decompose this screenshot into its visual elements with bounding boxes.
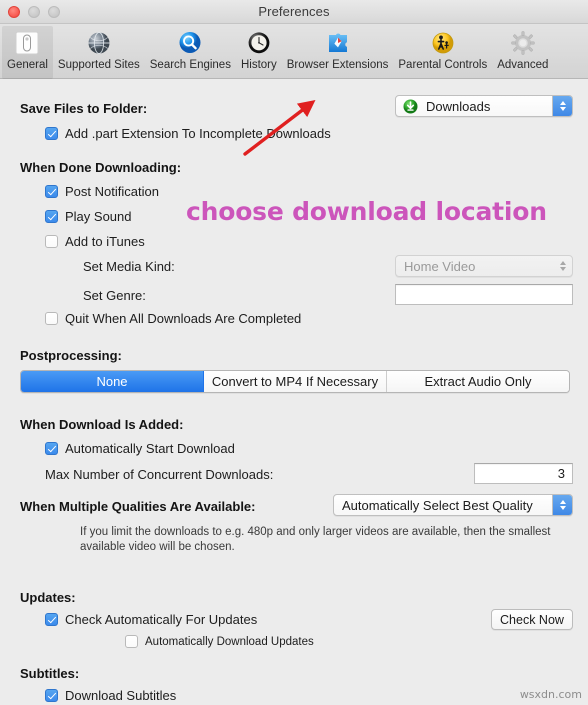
section-title-save-files: Save Files to Folder: (20, 101, 148, 116)
label-max-concurrent: Max Number of Concurrent Downloads: (45, 467, 274, 482)
gear-icon (508, 28, 538, 58)
toolbar-label-history: History (240, 59, 277, 71)
checkbox-row-add-to-itunes[interactable]: Add to iTunes (45, 234, 145, 249)
toolbar-item-general[interactable]: General (2, 26, 53, 79)
save-folder-value: Downloads (426, 98, 491, 114)
window-title: Preferences (258, 4, 330, 19)
toolbar-label-supported-sites: Supported Sites (57, 59, 140, 71)
section-title-subtitles: Subtitles: (20, 666, 80, 681)
checkbox-row-auto-start[interactable]: Automatically Start Download (45, 441, 235, 456)
set-media-kind-value: Home Video (404, 258, 476, 274)
label-check-automatically: Check Automatically For Updates (65, 612, 258, 627)
label-set-genre: Set Genre: (83, 288, 146, 303)
checkbox-row-play-sound[interactable]: Play Sound (45, 209, 132, 224)
toolbar-item-browser-extensions[interactable]: Browser Extensions (282, 26, 394, 79)
label-auto-download-updates: Automatically Download Updates (145, 635, 314, 648)
checkbox-row-post-notification[interactable]: Post Notification (45, 184, 159, 199)
max-concurrent-input[interactable]: 3 (474, 463, 573, 484)
segment-extract-audio[interactable]: Extract Audio Only (387, 371, 569, 392)
checkbox-auto-start-download[interactable] (45, 442, 58, 455)
checkbox-post-notification[interactable] (45, 185, 58, 198)
checkbox-row-part-extension[interactable]: Add .part Extension To Incomplete Downlo… (45, 126, 331, 141)
checkbox-add-to-itunes[interactable] (45, 235, 58, 248)
traffic-light-group (8, 6, 60, 18)
checkbox-row-check-auto[interactable]: Check Automatically For Updates (45, 612, 257, 627)
postprocessing-segmented-control[interactable]: None Convert to MP4 If Necessary Extract… (20, 370, 570, 393)
label-add-to-itunes: Add to iTunes (65, 234, 145, 249)
toolbar-label-general: General (7, 59, 48, 71)
checkbox-part-extension[interactable] (45, 127, 58, 140)
clock-icon (244, 28, 274, 58)
quality-value: Automatically Select Best Quality (342, 497, 533, 513)
section-title-when-done: When Done Downloading: (20, 160, 182, 175)
label-post-notification: Post Notification (65, 184, 159, 199)
save-folder-popup[interactable]: Downloads (395, 95, 573, 117)
label-auto-start-download: Automatically Start Download (65, 441, 235, 456)
checkbox-row-download-subtitles[interactable]: Download Subtitles (45, 688, 176, 703)
checkbox-quit-when-done[interactable] (45, 312, 58, 325)
maximize-button[interactable] (48, 6, 60, 18)
toolbar-item-search-engines[interactable]: Search Engines (145, 26, 236, 79)
set-media-kind-popup[interactable]: Home Video (395, 255, 573, 277)
general-switch-icon (12, 28, 42, 58)
label-play-sound: Play Sound (65, 209, 132, 224)
quality-hint-line1: If you limit the downloads to e.g. 480p … (80, 526, 551, 538)
set-media-kind-stepper-arrows[interactable] (553, 256, 572, 276)
puzzle-compass-icon (323, 28, 353, 58)
checkbox-auto-download-updates[interactable] (125, 635, 138, 648)
toolbar-item-supported-sites[interactable]: Supported Sites (53, 26, 145, 79)
checkbox-row-quit-when-done[interactable]: Quit When All Downloads Are Completed (45, 311, 301, 326)
label-download-subtitles: Download Subtitles (65, 688, 177, 703)
quality-hint-line2: available video will be chosen. (80, 541, 235, 553)
checkbox-play-sound[interactable] (45, 210, 58, 223)
label-set-media-kind: Set Media Kind: (83, 259, 175, 274)
globe-icon (84, 28, 114, 58)
minimize-button[interactable] (28, 6, 40, 18)
quality-stepper-arrows[interactable] (552, 495, 572, 515)
magnifier-icon (175, 28, 205, 58)
toolbar-label-browser-extensions: Browser Extensions (286, 59, 389, 71)
label-quit-when-done: Quit When All Downloads Are Completed (65, 311, 302, 326)
max-concurrent-value: 3 (557, 466, 565, 481)
checkbox-download-subtitles[interactable] (45, 689, 58, 702)
quality-popup[interactable]: Automatically Select Best Quality (333, 494, 573, 516)
toolbar-item-advanced[interactable]: Advanced (492, 26, 553, 79)
label-part-extension: Add .part Extension To Incomplete Downlo… (65, 126, 331, 141)
check-now-button[interactable]: Check Now (491, 609, 573, 630)
watermark: wsxdn.com (519, 688, 582, 701)
save-folder-stepper-arrows[interactable] (552, 96, 572, 116)
annotation-callout-text: choose download location (186, 197, 547, 226)
quality-hint: If you limit the downloads to e.g. 480p … (80, 525, 575, 555)
toolbar-label-advanced: Advanced (497, 59, 549, 71)
preferences-content: Save Files to Folder: Downloads Add .par… (0, 79, 588, 705)
section-title-postprocessing: Postprocessing: (20, 348, 122, 363)
section-title-qualities: When Multiple Qualities Are Available: (20, 499, 256, 514)
toolbar-label-parental-controls: Parental Controls (398, 59, 488, 71)
download-folder-icon (403, 99, 418, 114)
parental-figure-icon (428, 28, 458, 58)
window-titlebar: Preferences (0, 0, 588, 24)
toolbar-item-parental-controls[interactable]: Parental Controls (393, 26, 492, 79)
checkbox-check-automatically[interactable] (45, 613, 58, 626)
set-genre-input[interactable] (395, 284, 573, 305)
toolbar-label-search-engines: Search Engines (149, 59, 231, 71)
segment-none[interactable]: None (21, 371, 204, 392)
segment-convert-mp4[interactable]: Convert to MP4 If Necessary (204, 371, 387, 392)
section-title-when-added: When Download Is Added: (20, 417, 184, 432)
close-button[interactable] (8, 6, 20, 18)
preferences-toolbar: General Supported Sites Search Engines H… (0, 24, 588, 79)
checkbox-row-auto-download-updates[interactable]: Automatically Download Updates (125, 635, 314, 648)
section-title-updates: Updates: (20, 590, 76, 605)
toolbar-item-history[interactable]: History (236, 26, 282, 79)
